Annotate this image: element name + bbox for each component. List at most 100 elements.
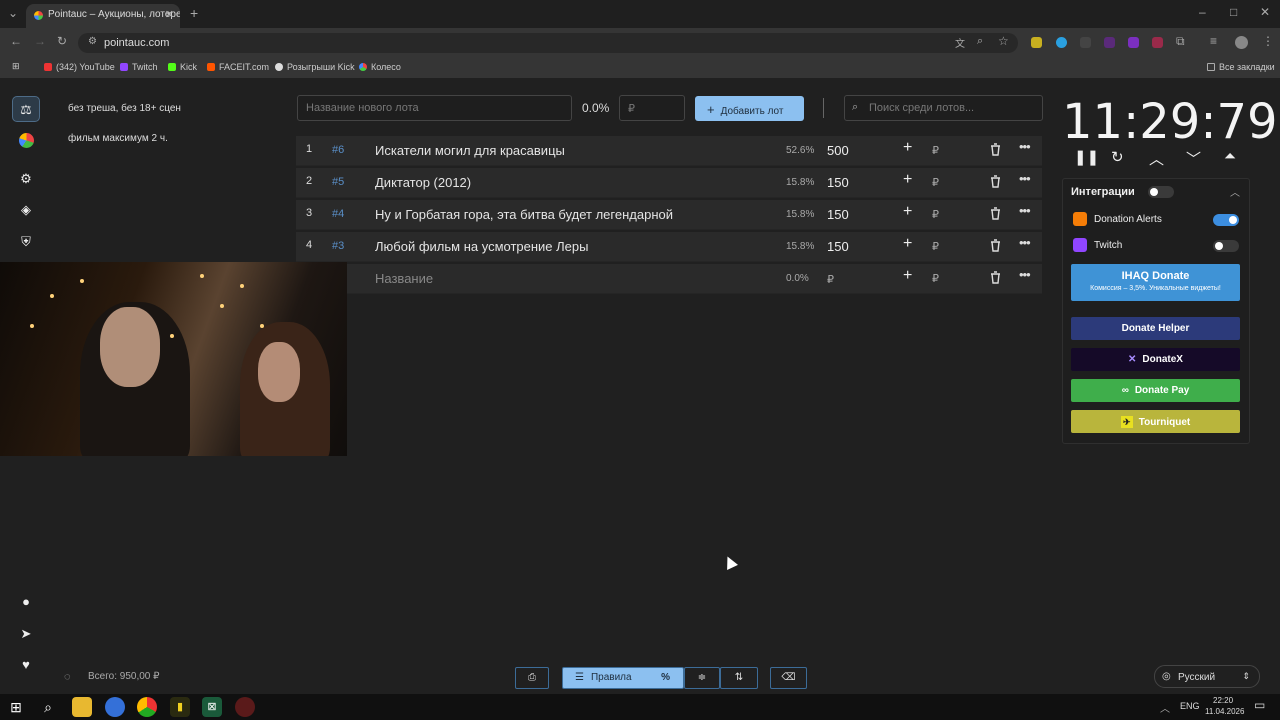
apps-grid-icon[interactable]: ⊞ — [12, 61, 20, 72]
sort-icon[interactable]: ⇅ — [720, 667, 758, 689]
tourniquet-button[interactable]: ✈ Tourniquet — [1071, 410, 1240, 433]
lot-name-placeholder[interactable]: Название — [375, 271, 433, 286]
bookmark-kick[interactable]: Kick — [168, 62, 197, 72]
app-icon[interactable]: ⊠ — [202, 697, 222, 717]
obs-icon[interactable] — [235, 697, 255, 717]
extension-icon[interactable] — [1152, 37, 1163, 48]
integrations-toggle[interactable] — [1148, 186, 1174, 198]
lot-amount[interactable]: 150 — [827, 207, 849, 222]
more-options-icon[interactable]: ••• — [1019, 139, 1031, 154]
donate-helper-button[interactable]: Donate Helper — [1071, 317, 1240, 340]
chrome-icon[interactable] — [137, 697, 157, 717]
app-icon[interactable]: ▮ — [170, 697, 190, 717]
pause-icon[interactable]: ❚❚ — [1074, 148, 1099, 166]
bookmark-star-icon[interactable]: ☆ — [998, 34, 1009, 48]
app-icon[interactable] — [105, 697, 125, 717]
add-amount-icon[interactable]: + — [903, 139, 912, 157]
all-bookmarks-folder[interactable]: Все закладки — [1207, 62, 1275, 72]
twitch-toggle[interactable] — [1213, 240, 1239, 252]
rules-button[interactable]: ☰ Правила% — [562, 667, 684, 689]
more-options-icon[interactable]: ••• — [1019, 267, 1031, 282]
media-icon[interactable]: ≡ — [1210, 34, 1217, 48]
minimize-icon[interactable]: – — [1199, 5, 1206, 19]
delete-trash-icon[interactable] — [990, 143, 1001, 156]
add-amount-icon[interactable]: + — [903, 171, 912, 189]
browser-menu-icon[interactable]: ⋮ — [1262, 34, 1274, 48]
bookmark-kick-giveaways[interactable]: Розыгрыши Kick — [275, 62, 355, 72]
bookmark-wheel[interactable]: Колесо — [359, 62, 401, 72]
search-lots-input[interactable]: ⌕ Поиск среди лотов... — [844, 95, 1043, 121]
extension-icon[interactable] — [1056, 37, 1067, 48]
percent-icon[interactable]: % — [661, 668, 670, 688]
extension-icon[interactable] — [1031, 37, 1042, 48]
close-tab-icon[interactable]: ✕ — [165, 8, 174, 21]
lot-name[interactable]: Искатели могил для красавицы — [375, 143, 565, 158]
clock-time[interactable]: 22:20 — [1213, 696, 1233, 705]
settings-gear-icon[interactable]: ⚙ — [12, 166, 40, 192]
github-icon[interactable]: ● — [12, 589, 40, 615]
lot-name[interactable]: Диктатор (2012) — [375, 175, 471, 190]
lot-name[interactable]: Ну и Горбатая гора, эта битва будет леге… — [375, 207, 673, 222]
new-tab-icon[interactable]: + — [190, 5, 198, 21]
notifications-icon[interactable]: ▭ — [1254, 698, 1265, 712]
input-language[interactable]: ENG — [1180, 701, 1200, 711]
add-amount-icon[interactable]: + — [903, 267, 912, 285]
maximize-icon[interactable]: □ — [1230, 5, 1237, 19]
reload-icon[interactable]: ↻ — [57, 34, 67, 48]
language-select[interactable]: ◎ Русский ⇕ — [1154, 665, 1260, 688]
wheel-chart-icon[interactable] — [12, 128, 40, 154]
double-increase-icon[interactable]: ⏶ — [1224, 148, 1236, 165]
windows-start-icon[interactable]: ⊞ — [6, 697, 26, 717]
auction-hammer-icon[interactable]: ⚖ — [12, 96, 40, 122]
close-window-icon[interactable]: ✕ — [1260, 5, 1270, 19]
bookmark-youtube[interactable]: (342) YouTube — [44, 62, 115, 72]
decrease-time-icon[interactable]: ﹀ — [1186, 148, 1201, 169]
new-lot-name-input[interactable]: Название нового лота — [297, 95, 572, 121]
donatex-button[interactable]: ✕ DonateX — [1071, 348, 1240, 371]
clock-date[interactable]: 11.04.2026 — [1205, 707, 1244, 716]
more-options-icon[interactable]: ••• — [1019, 235, 1031, 250]
lot-amount-placeholder[interactable]: ₽ — [827, 273, 834, 286]
file-explorer-icon[interactable] — [72, 697, 92, 717]
profile-avatar[interactable] — [1235, 36, 1248, 49]
add-amount-icon[interactable]: + — [903, 203, 912, 221]
address-bar[interactable]: pointauc.com — [78, 33, 1018, 53]
lot-amount[interactable]: 500 — [827, 143, 849, 158]
telegram-icon[interactable]: ➤ — [12, 621, 40, 647]
more-options-icon[interactable]: ••• — [1019, 203, 1031, 218]
split-icon[interactable]: ≑ — [684, 667, 720, 689]
increase-time-icon[interactable]: ︿ — [1149, 148, 1164, 169]
bookmark-twitch[interactable]: Twitch — [120, 62, 158, 72]
donate-icon[interactable]: ♥ — [12, 652, 40, 678]
lot-amount[interactable]: 150 — [827, 175, 849, 190]
shield-icon[interactable]: ⛨ — [12, 229, 40, 255]
extensions-puzzle-icon[interactable]: ⧉ — [1176, 34, 1185, 49]
save-icon[interactable]: ⎙ — [515, 667, 549, 689]
tray-chevron-icon[interactable]: ︿ — [1160, 700, 1170, 715]
bookmark-faceit[interactable]: FACEIT.com — [207, 62, 269, 72]
lot-amount[interactable]: 150 — [827, 239, 849, 254]
tab-list-icon[interactable]: ⌄ — [8, 6, 18, 20]
layers-icon[interactable]: ◈ — [12, 197, 40, 223]
taskbar-search-icon[interactable]: ⌕ — [38, 697, 58, 717]
hide-eye-icon[interactable]: ◌ — [64, 671, 71, 683]
forward-icon[interactable]: → — [34, 34, 46, 48]
lot-name[interactable]: Любой фильм на усмотрение Леры — [375, 239, 588, 254]
extension-icon[interactable] — [1080, 37, 1091, 48]
add-amount-icon[interactable]: + — [903, 235, 912, 253]
delete-trash-icon[interactable] — [990, 271, 1001, 284]
delete-trash-icon[interactable] — [990, 207, 1001, 220]
extension-icon[interactable] — [1104, 37, 1115, 48]
delete-trash-icon[interactable] — [990, 239, 1001, 252]
new-lot-amount-input[interactable]: ₽ — [619, 95, 685, 121]
zoom-icon[interactable]: ⌕ — [977, 35, 983, 48]
collapse-chevron-icon[interactable]: ︿ — [1230, 184, 1240, 199]
reset-timer-icon[interactable]: ↻ — [1111, 148, 1124, 166]
back-icon[interactable]: ← — [10, 34, 22, 48]
donate-pay-button[interactable]: ∞ Donate Pay — [1071, 379, 1240, 402]
translate-icon[interactable]: 文 — [955, 35, 965, 50]
donation-alerts-toggle[interactable] — [1213, 214, 1239, 226]
more-options-icon[interactable]: ••• — [1019, 171, 1031, 186]
site-info-icon[interactable]: ⚙ — [88, 36, 97, 47]
clear-all-icon[interactable]: ⌫ — [770, 667, 807, 689]
